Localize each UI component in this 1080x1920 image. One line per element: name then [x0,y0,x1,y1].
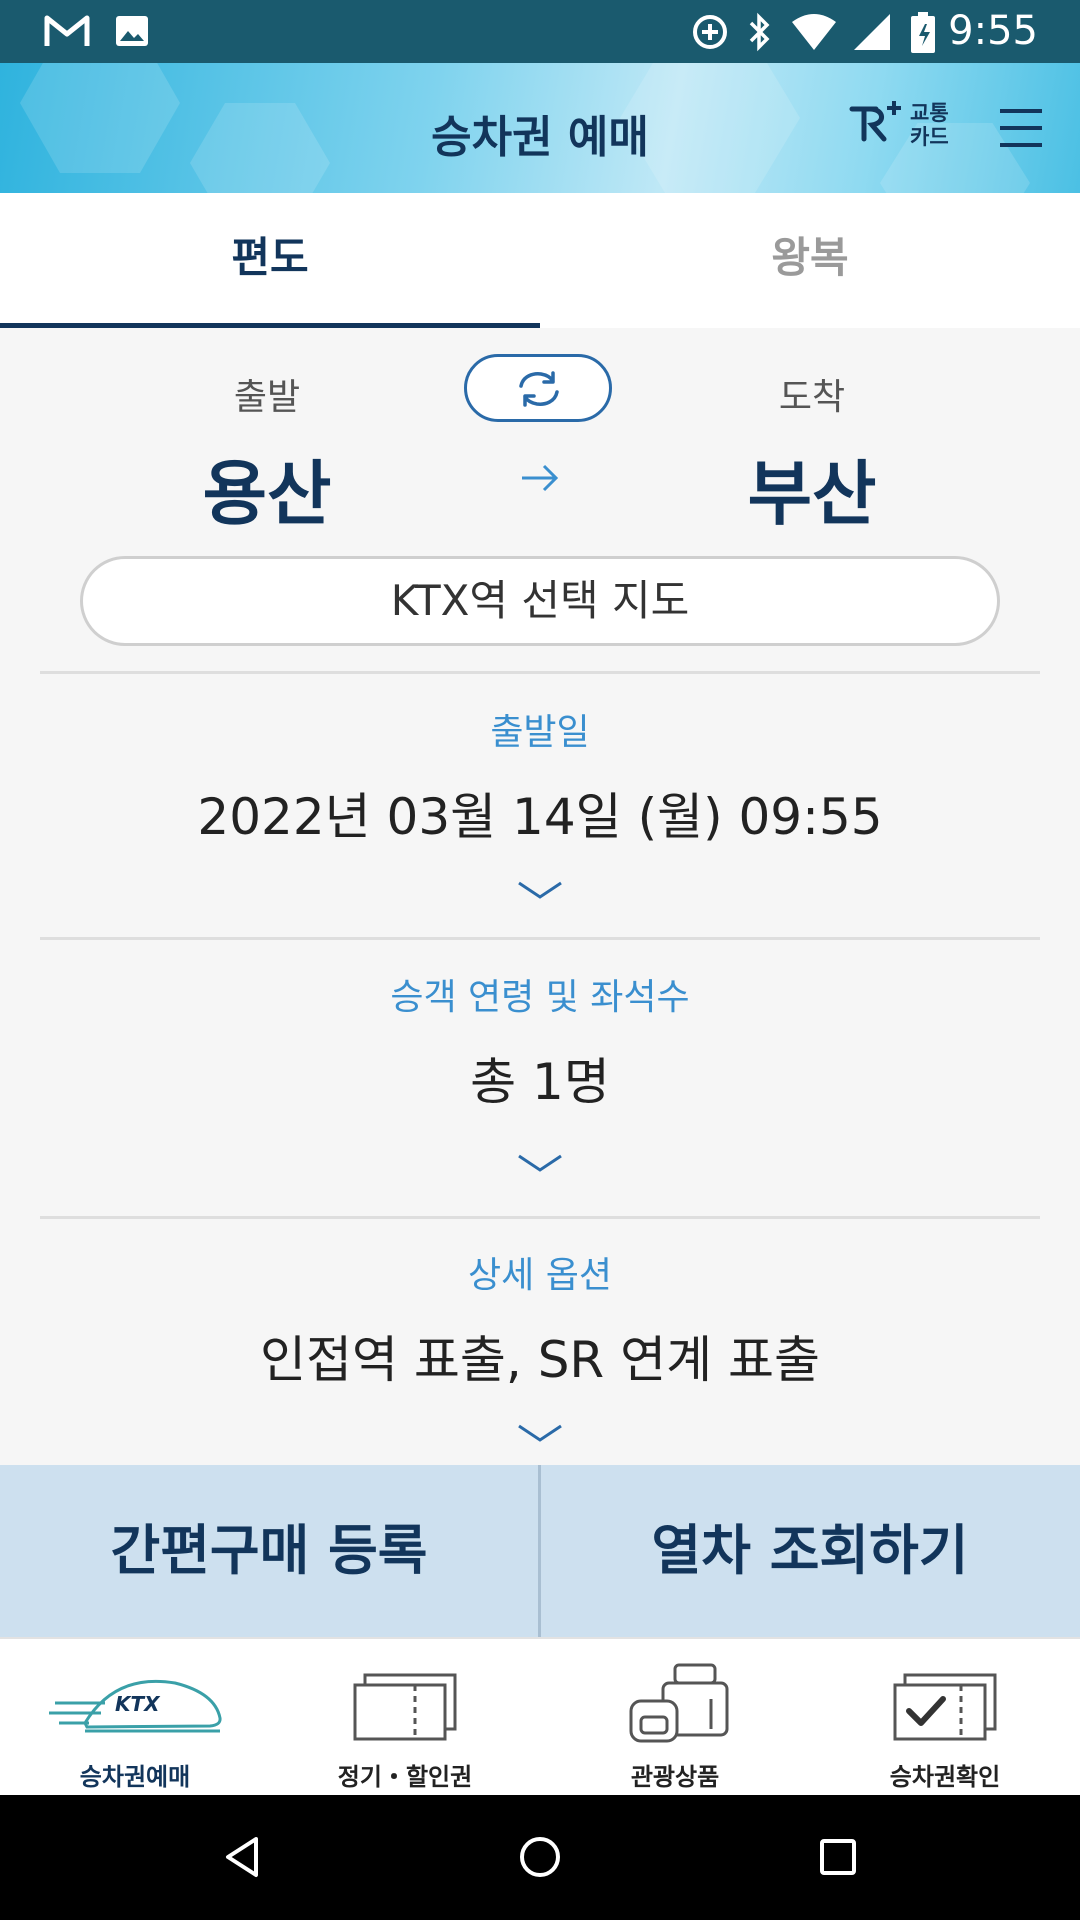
departure-date-label: 출발일 [490,712,590,753]
luggage-icon [629,1663,729,1743]
nav-label: 관광상품 [630,1763,720,1791]
bottom-nav: KTX 승차권예매 정기・할인권 관광상품 승차권확인 [0,1637,1080,1797]
search-trains-button[interactable]: 열차 조회하기 [541,1465,1079,1637]
tab-one-way[interactable]: 편도 [0,193,540,328]
departure-label: 출발 [233,377,301,418]
ktx-train-icon: KTX [49,1679,222,1733]
trip-type-tabs: 편도 왕복 [0,193,1080,328]
transit-card-label: 교통 카드 [910,101,949,149]
departure-date-value: 2022년 03월 14일 (월) 09:55 [197,788,883,846]
nav-tour-products[interactable]: 관광상품 [540,1639,810,1797]
signal-icon [854,14,890,50]
arrival-label: 도착 [778,377,846,418]
clock: 9:55 [948,8,1038,54]
chevron-down-icon [518,1154,562,1172]
action-bar: 간편구매 등록 열차 조회하기 [0,1465,1080,1637]
ticket-check-icon [893,1673,997,1741]
passenger-label: 승객 연령 및 좌석수 [390,977,690,1018]
transit-card-button[interactable]: 교통 카드 [848,93,958,161]
wifi-icon [792,14,836,50]
rail-plus-logo-icon [849,101,901,142]
nav-label: 승차권확인 [889,1763,1001,1791]
swap-icon [519,371,559,407]
transit-card-label-line2: 카드 [910,125,949,149]
battery-icon [911,12,935,53]
arrival-station[interactable]: 부산 [662,438,962,539]
back-icon[interactable] [222,1835,262,1879]
bluetooth-icon [749,12,770,52]
data-saver-icon [693,15,727,49]
passenger-selector[interactable]: 승객 연령 및 좌석수 총 1명 [0,968,1080,1174]
nav-ticket-check[interactable]: 승차권확인 [810,1639,1080,1797]
departure-date-selector[interactable]: 출발일 2022년 03월 14일 (월) 09:55 [0,703,1080,901]
detail-options-label: 상세 옵션 [468,1255,612,1296]
hamburger-icon[interactable] [996,103,1046,153]
swap-stations-button[interactable] [464,354,612,422]
nav-label: 승차권예매 [79,1763,191,1791]
nav-season-discount-tickets[interactable]: 정기・할인권 [270,1639,540,1797]
chevron-down-icon [518,1424,562,1442]
divider [40,1216,1040,1219]
ticket-icon [353,1673,457,1741]
passenger-value: 총 1명 [470,1053,610,1111]
divider [40,671,1040,674]
route-selector: 출발 도착 용산 부산 KTX역 선택 지도 [0,328,1080,668]
nav-ticket-booking[interactable]: KTX 승차권예매 [0,1639,270,1797]
quick-purchase-register-button[interactable]: 간편구매 등록 [0,1465,538,1637]
tab-round-trip[interactable]: 왕복 [540,193,1080,328]
nav-label: 정기・할인권 [337,1763,473,1791]
svg-text:KTX: KTX [115,1692,161,1716]
image-icon [116,16,148,46]
departure-station[interactable]: 용산 [117,438,417,539]
status-bar: 9:55 [0,0,1080,63]
detail-options-selector[interactable]: 상세 옵션 인접역 표출, SR 연계 표출 [0,1246,1080,1444]
gmail-icon [44,15,90,46]
arrow-right-icon [522,464,559,492]
divider [40,937,1040,940]
station-map-button[interactable]: KTX역 선택 지도 [80,556,1000,646]
home-icon[interactable] [518,1835,562,1879]
transit-card-label-line1: 교통 [910,101,949,125]
app-bar: 승차권 예매 교통 카드 [0,63,1080,193]
system-nav-bar [0,1795,1080,1920]
detail-options-value: 인접역 표출, SR 연계 표출 [260,1331,820,1389]
recents-icon[interactable] [818,1835,858,1879]
chevron-down-icon [518,881,562,899]
